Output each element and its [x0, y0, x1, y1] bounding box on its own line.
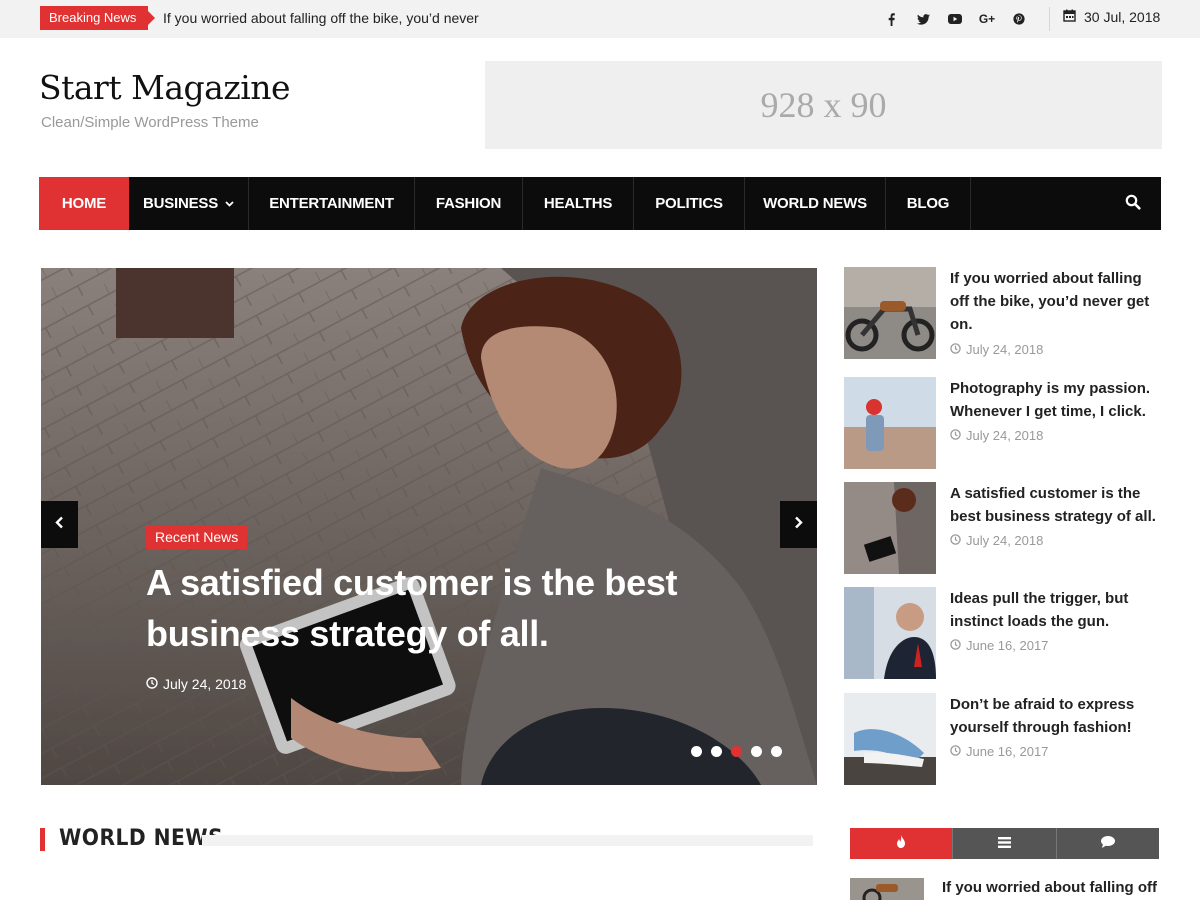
post-date-text: July 24, 2018 [966, 428, 1044, 443]
site-tagline: Clean/Simple WordPress Theme [41, 114, 259, 131]
list-item[interactable]: Photography is my passion. Whenever I ge… [844, 377, 1164, 469]
calendar-icon [1063, 9, 1076, 25]
nav-label: BUSINESS [142, 195, 219, 212]
comment-icon [1100, 835, 1115, 853]
top-bar: Breaking News If you worried about falli… [0, 0, 1200, 38]
nav-item-world-news[interactable]: WORLD NEWS [745, 177, 886, 230]
slider-pagination [691, 746, 782, 757]
clock-icon [146, 676, 158, 692]
slide-date: July 24, 2018 [146, 676, 246, 692]
nav-label: BLOG [906, 195, 950, 212]
post-thumbnail[interactable] [844, 587, 936, 679]
post-title[interactable]: Don’t be afraid to express yourself thro… [950, 693, 1164, 739]
search-icon[interactable] [1125, 194, 1141, 215]
slider-next-button[interactable] [780, 501, 817, 548]
post-thumbnail[interactable] [844, 267, 936, 359]
ad-size-text: 928 x 90 [760, 85, 887, 125]
nav-item-politics[interactable]: POLITICS [634, 177, 745, 230]
date-text: 30 Jul, 2018 [1084, 9, 1161, 25]
nav-item-entertainment[interactable]: ENTERTAINMENT [249, 177, 415, 230]
chevron-down-icon [225, 200, 234, 207]
nav-item-business[interactable]: BUSINESS [129, 177, 249, 230]
nav-item-blog[interactable]: BLOG [886, 177, 971, 230]
post-date-text: June 16, 2017 [966, 638, 1049, 653]
slider-prev-button[interactable] [41, 501, 78, 548]
slider-dot-1[interactable] [691, 746, 702, 757]
nav-label: ENTERTAINMENT [269, 195, 394, 212]
site-title[interactable]: Start Magazine [39, 68, 291, 107]
tab-comments[interactable] [1056, 828, 1159, 859]
slider-dot-5[interactable] [771, 746, 782, 757]
list-icon [997, 835, 1011, 853]
post-date: July 24, 2018 [950, 428, 1043, 443]
fire-icon [896, 834, 906, 853]
section-heading-world-news: WORLD NEWS [59, 826, 224, 851]
current-date: 30 Jul, 2018 [1063, 9, 1160, 25]
post-thumbnail[interactable] [844, 693, 936, 785]
ad-banner[interactable]: 928 x 90 [485, 61, 1162, 149]
post-title[interactable]: Photography is my passion. Whenever I ge… [950, 377, 1164, 423]
slider-dot-4[interactable] [751, 746, 762, 757]
post-date-text: July 24, 2018 [966, 342, 1044, 357]
nav-label: HOME [61, 195, 107, 212]
nav-label: WORLD NEWS [763, 195, 867, 212]
post-title[interactable]: Ideas pull the trigger, but instinct loa… [950, 587, 1164, 633]
clock-icon [950, 428, 961, 443]
nav-label: POLITICS [655, 195, 723, 212]
twitter-icon[interactable] [907, 9, 939, 29]
post-date-text: June 16, 2017 [966, 744, 1049, 759]
nav-label: HEALTHS [543, 195, 613, 212]
google-plus-icon[interactable]: G+ [971, 9, 1003, 29]
section-heading-line [202, 835, 813, 846]
nav-item-healths[interactable]: HEALTHS [523, 177, 634, 230]
featured-slider[interactable]: Recent News A satisfied customer is the … [41, 268, 817, 785]
section-heading-accent [40, 828, 45, 851]
post-title[interactable]: If you worried about falling off [942, 879, 1157, 896]
post-date: June 16, 2017 [950, 638, 1048, 653]
post-date-text: July 24, 2018 [966, 533, 1044, 548]
tab-popular[interactable] [850, 828, 954, 859]
main-navigation: HOME BUSINESS ENTERTAINMENT FASHION HEAL… [39, 177, 1161, 230]
post-title[interactable]: A satisfied customer is the best busines… [950, 482, 1164, 528]
top-bar-divider [1049, 7, 1050, 31]
list-item[interactable]: Don’t be afraid to express yourself thro… [844, 693, 1164, 785]
list-item[interactable]: A satisfied customer is the best busines… [844, 482, 1164, 574]
breaking-news-label: Breaking News [40, 6, 156, 30]
pinterest-icon[interactable] [1003, 9, 1035, 29]
slider-dot-3[interactable] [731, 746, 742, 757]
slider-dot-2[interactable] [711, 746, 722, 757]
clock-icon [950, 744, 961, 759]
nav-label: FASHION [435, 195, 502, 212]
clock-icon [950, 638, 961, 653]
clock-icon [950, 342, 961, 357]
youtube-icon[interactable] [939, 9, 971, 29]
chevron-left-icon [55, 516, 64, 534]
post-date: June 16, 2017 [950, 744, 1048, 759]
nav-item-home[interactable]: HOME [39, 177, 129, 230]
post-date: July 24, 2018 [950, 342, 1043, 357]
post-date: July 24, 2018 [950, 533, 1043, 548]
list-item[interactable]: If you worried about falling off the bik… [844, 267, 1164, 359]
post-thumbnail[interactable] [850, 878, 924, 900]
slide-category-badge[interactable]: Recent News [146, 525, 248, 549]
list-item[interactable]: Ideas pull the trigger, but instinct loa… [844, 587, 1164, 679]
tab-recent[interactable] [953, 828, 1057, 859]
tabbed-widget [850, 828, 1159, 859]
chevron-right-icon [794, 516, 803, 534]
facebook-icon[interactable] [875, 9, 907, 29]
nav-item-fashion[interactable]: FASHION [415, 177, 523, 230]
slide-title[interactable]: A satisfied customer is the best busines… [146, 557, 746, 659]
clock-icon [950, 533, 961, 548]
post-thumbnail[interactable] [844, 482, 936, 574]
social-links: G+ [875, 9, 1035, 29]
breaking-news-headline[interactable]: If you worried about falling off the bik… [163, 10, 479, 26]
post-thumbnail[interactable] [844, 377, 936, 469]
slide-date-text: July 24, 2018 [163, 676, 247, 692]
post-title[interactable]: If you worried about falling off the bik… [950, 267, 1164, 336]
